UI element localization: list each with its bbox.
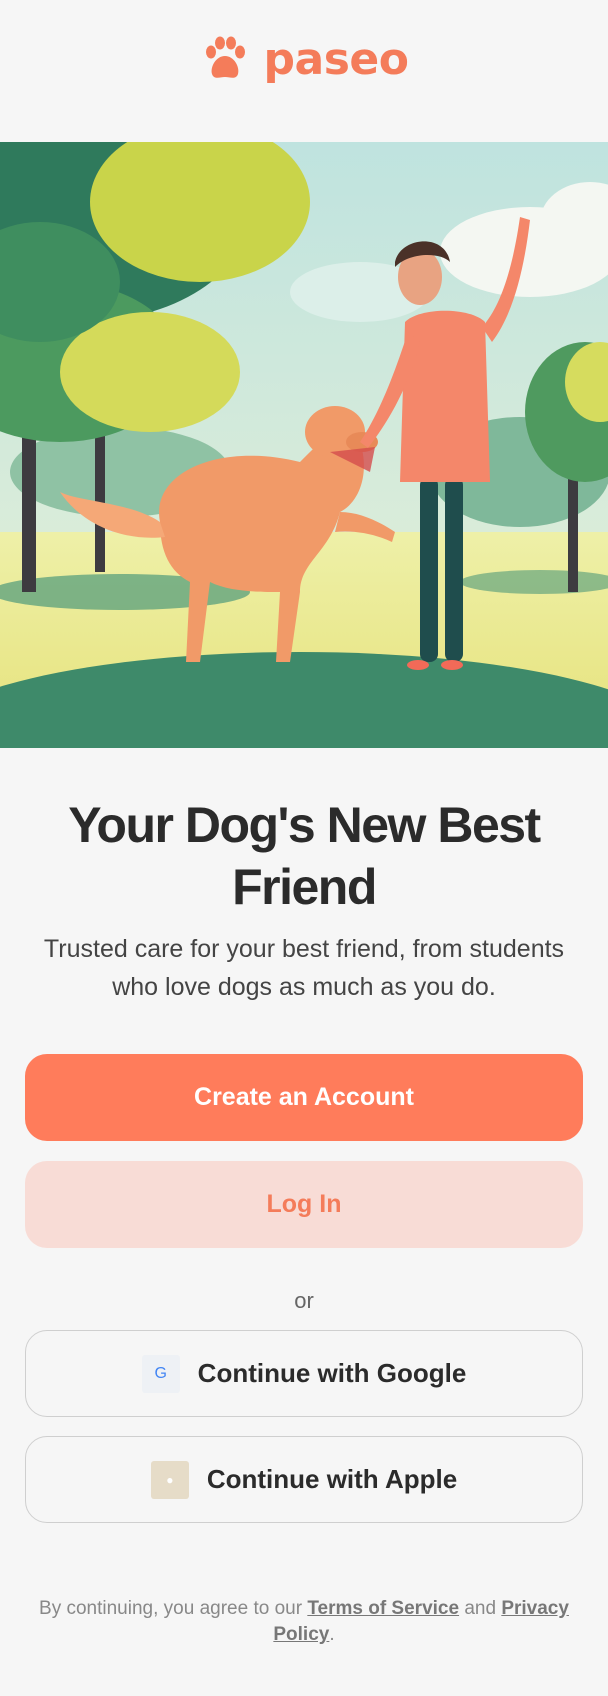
create-account-button[interactable]: Create an Account [25, 1054, 583, 1141]
brand-logo: paseo [200, 34, 409, 85]
apple-icon: ● [150, 1460, 189, 1499]
continue-with-google-button[interactable]: G Continue with Google [25, 1330, 583, 1417]
app-header: paseo [0, 0, 608, 142]
headline: Your Dog's New Best Friend [68, 797, 541, 915]
log-in-button[interactable]: Log In [25, 1161, 583, 1248]
hero-illustration [0, 142, 608, 748]
legal-and: and [464, 1598, 497, 1619]
legal-suffix: . [329, 1624, 335, 1645]
legal-notice: By continuing, you agree to our Terms of… [30, 1596, 578, 1648]
apple-button-label: Continue with Apple [206, 1464, 458, 1494]
google-button-label: Continue with Google [197, 1358, 467, 1388]
paw-icon [205, 36, 245, 78]
google-icon: G [141, 1354, 180, 1393]
continue-with-apple-button[interactable]: ● Continue with Apple [25, 1436, 583, 1523]
or-divider: or [294, 1288, 314, 1313]
legal-prefix: By continuing, you agree to our [39, 1598, 303, 1619]
hero-image [0, 142, 608, 748]
terms-of-service-link[interactable]: Terms of Service [307, 1598, 459, 1619]
subtitle: Trusted care for your best friend, from … [43, 935, 565, 1001]
brand-name: paseo [263, 33, 409, 85]
